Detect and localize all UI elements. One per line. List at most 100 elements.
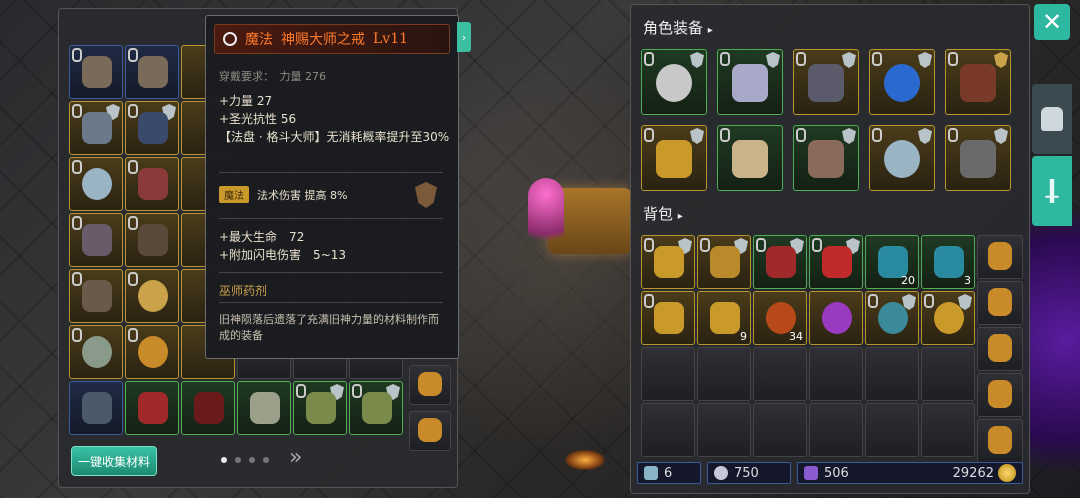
caret-right-icon: ▸ <box>677 211 683 222</box>
bag-slot-empty[interactable] <box>921 403 975 457</box>
divider <box>219 172 443 173</box>
material-slot[interactable] <box>69 101 123 155</box>
stat-line: +最大生命 72 <box>219 230 305 244</box>
equip-slot-weapon[interactable] <box>945 49 1011 115</box>
bag-slot[interactable] <box>641 235 695 289</box>
equip-slot-pants[interactable] <box>793 49 859 115</box>
material-slot[interactable] <box>69 325 123 379</box>
gauntlet-icon <box>822 246 852 278</box>
bag-slot-empty[interactable] <box>753 347 807 401</box>
material-slot[interactable] <box>125 325 179 379</box>
close-button[interactable]: ✕ <box>1034 4 1070 40</box>
page-dot[interactable] <box>221 457 227 463</box>
material-slot[interactable] <box>69 157 123 211</box>
chevron-right-icon[interactable]: › <box>457 22 471 52</box>
equip-slot-helmet[interactable] <box>641 49 707 115</box>
scroll-icon <box>710 302 740 334</box>
bag-side-slot[interactable] <box>977 327 1023 371</box>
material-slot[interactable] <box>69 381 123 435</box>
divider <box>219 218 443 219</box>
bag-side-slot[interactable] <box>977 419 1023 463</box>
material-slot[interactable] <box>69 213 123 267</box>
bag-slot[interactable] <box>809 235 863 289</box>
bag-side-slot[interactable] <box>977 235 1023 279</box>
bag-slot-empty[interactable] <box>641 347 695 401</box>
lock-chain-icon <box>128 328 138 342</box>
bag-slot-empty[interactable] <box>865 347 919 401</box>
armor-icon <box>138 56 168 88</box>
material-slot[interactable] <box>125 157 179 211</box>
materials-side-column <box>409 365 451 451</box>
bag-slot-empty[interactable] <box>809 347 863 401</box>
material-slot[interactable] <box>125 213 179 267</box>
material-slot[interactable] <box>69 45 123 99</box>
page-dot[interactable] <box>249 457 255 463</box>
caret-right-icon: ▸ <box>707 25 713 36</box>
amulet-icon <box>656 140 692 178</box>
lock-chain-icon <box>720 128 730 142</box>
staff-icon <box>960 64 996 102</box>
bag-slot[interactable] <box>921 291 975 345</box>
collect-all-button[interactable]: 一键收集材料 <box>71 446 157 476</box>
item-count: 3 <box>964 274 971 287</box>
material-slot[interactable] <box>125 269 179 323</box>
tab-inventory[interactable] <box>1032 156 1072 226</box>
bag-slot-empty[interactable] <box>697 347 751 401</box>
bag-slot[interactable]: 3 <box>921 235 975 289</box>
stat-line: +附加闪电伤害 5~13 <box>219 248 347 262</box>
double-chevron-right-icon[interactable]: » <box>289 445 302 470</box>
lock-chain-icon <box>948 52 958 66</box>
lock-chain-icon <box>72 104 82 118</box>
demon-armor-icon <box>138 392 168 424</box>
armor-icon <box>988 380 1012 408</box>
equipment-title: 角色装备 ▸ <box>643 17 713 38</box>
bag-slot[interactable] <box>697 235 751 289</box>
material-slot[interactable] <box>181 381 235 435</box>
material-slot[interactable] <box>237 381 291 435</box>
amulet-icon <box>362 392 392 424</box>
tooltip-stats: +力量 27 +圣光抗性 56 【法盘 · 格斗大师】无消耗概率提升至30% <box>219 92 451 146</box>
page-dot[interactable] <box>235 457 241 463</box>
tab-equipment[interactable] <box>1032 84 1072 154</box>
bag-slot[interactable] <box>753 235 807 289</box>
equip-slot-ring[interactable] <box>869 49 935 115</box>
bag-side-slot[interactable] <box>977 373 1023 417</box>
equip-slot-chest[interactable] <box>717 49 783 115</box>
bag-slot[interactable] <box>865 291 919 345</box>
close-icon: ✕ <box>1041 8 1063 36</box>
bag-slot-empty[interactable] <box>865 403 919 457</box>
helmet-icon <box>714 466 728 480</box>
page-dot[interactable] <box>263 457 269 463</box>
bag-slot[interactable] <box>809 291 863 345</box>
material-slot[interactable] <box>69 269 123 323</box>
gold-coin-icon <box>998 464 1016 482</box>
bag-slot[interactable]: 20 <box>865 235 919 289</box>
bag-slot[interactable] <box>641 291 695 345</box>
bag-slot-empty[interactable] <box>921 347 975 401</box>
bag-slot[interactable]: 9 <box>697 291 751 345</box>
equip-slot-boots[interactable] <box>793 125 859 191</box>
bag-slot-empty[interactable] <box>753 403 807 457</box>
bag-slot-empty[interactable] <box>697 403 751 457</box>
equip-slot-amulet[interactable] <box>641 125 707 191</box>
material-slot[interactable] <box>293 381 347 435</box>
armor-slot[interactable] <box>409 365 451 405</box>
equip-slot-offhand[interactable] <box>945 125 1011 191</box>
bag-slot-empty[interactable] <box>809 403 863 457</box>
equip-slot-gloves[interactable] <box>717 125 783 191</box>
bag-slot[interactable]: 34 <box>753 291 807 345</box>
lock-chain-icon <box>128 48 138 62</box>
bag-slot-empty[interactable] <box>641 403 695 457</box>
gold-value: 29262 <box>952 465 994 481</box>
ring-icon <box>878 302 908 334</box>
bag-side-slot[interactable] <box>977 281 1023 325</box>
material-slot[interactable] <box>125 45 179 99</box>
bag-grid: 20 3 9 34 <box>641 235 975 457</box>
equip-slot-ring2[interactable] <box>869 125 935 191</box>
material-slot[interactable] <box>349 381 403 435</box>
material-slot[interactable] <box>125 101 179 155</box>
armor-slot[interactable] <box>409 411 451 451</box>
material-slot[interactable] <box>125 381 179 435</box>
lock-chain-icon <box>644 128 654 142</box>
ring-icon <box>884 64 920 102</box>
